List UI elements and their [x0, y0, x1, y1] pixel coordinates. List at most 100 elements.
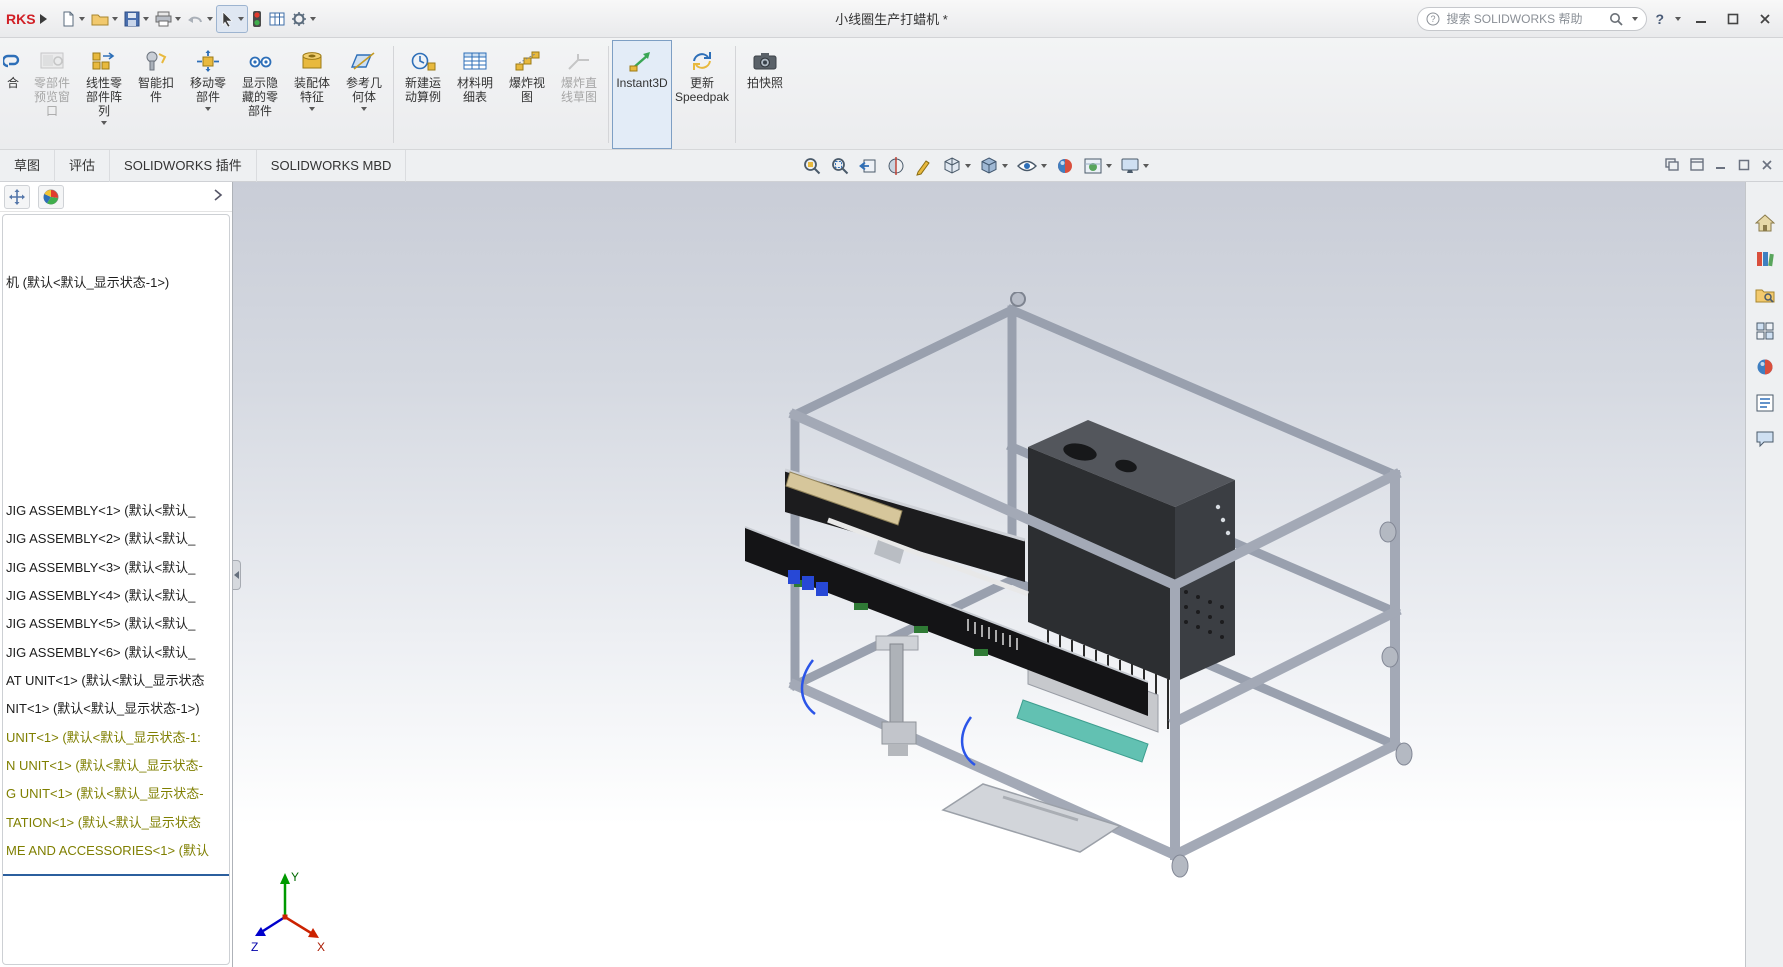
file-explorer-button[interactable]	[1751, 282, 1779, 308]
edit-appearance-button[interactable]	[1053, 153, 1077, 179]
design-library-button[interactable]	[1751, 246, 1779, 272]
view-orientation-caret[interactable]	[965, 164, 971, 168]
new-window-button[interactable]	[1665, 158, 1679, 174]
tree-item[interactable]: JIG ASSEMBLY<1> (默认<默认_	[6, 499, 229, 523]
tree-item[interactable]: JIG ASSEMBLY<2> (默认<默认_	[6, 527, 229, 551]
smart-fasteners-button[interactable]: 智能扣件	[130, 40, 182, 149]
rebuild-button[interactable]	[248, 5, 266, 33]
assembly-features-button[interactable]: 装配体特征	[286, 40, 338, 149]
3d-model[interactable]	[728, 292, 1428, 882]
previous-view-button[interactable]	[856, 153, 880, 179]
display-style-caret[interactable]	[1002, 164, 1008, 168]
view-settings-caret[interactable]	[1143, 164, 1149, 168]
tree-root-item[interactable]: 机 (默认<默认_显示状态-1>)	[6, 271, 229, 295]
options-table-icon	[269, 11, 285, 27]
tree-item[interactable]: UNIT<1> (默认<默认_显示状态-1:	[6, 726, 229, 750]
appearances-scenes-button[interactable]	[1751, 354, 1779, 380]
display-style-button[interactable]	[977, 153, 1010, 179]
take-snapshot-button[interactable]: 拍快照	[739, 40, 791, 149]
displaymanager-tab[interactable]	[38, 185, 64, 209]
tree-item[interactable]: JIG ASSEMBLY<6> (默认<默认_	[6, 641, 229, 665]
tree-item[interactable]: ME AND ACCESSORIES<1> (默认	[6, 839, 229, 863]
displaymanager-color-wheel-icon	[43, 189, 59, 205]
open-button[interactable]	[88, 5, 121, 33]
move-component-button[interactable]: 移动零部件	[182, 40, 234, 149]
view-settings-button[interactable]	[1118, 153, 1151, 179]
print-icon	[155, 11, 172, 27]
panel-expand-chevron[interactable]	[208, 189, 228, 204]
tree-item[interactable]: JIG ASSEMBLY<5> (默认<默认_	[6, 612, 229, 636]
tree-item[interactable]: NIT<1> (默认<默认_显示状态-1>)	[6, 697, 229, 721]
instant3d-button[interactable]: Instant3D	[612, 40, 672, 149]
tree-pane-splitter[interactable]	[3, 874, 229, 876]
undo-button[interactable]	[184, 5, 216, 33]
panel-tab-strip	[0, 182, 232, 212]
print-button[interactable]	[152, 5, 184, 33]
new-document-button[interactable]	[57, 5, 88, 33]
home-icon	[1755, 213, 1775, 233]
apply-scene-caret[interactable]	[1106, 164, 1112, 168]
exploded-view-button[interactable]: 爆炸视图	[501, 40, 553, 149]
settings-caret	[310, 17, 316, 21]
close-doc-button[interactable]	[1761, 159, 1773, 174]
cascade-windows-button[interactable]	[1690, 158, 1704, 174]
view-palette-button[interactable]	[1751, 318, 1779, 344]
restore-doc-button[interactable]	[1738, 159, 1750, 174]
select-tool-button[interactable]	[216, 5, 248, 33]
hide-show-items-caret[interactable]	[1041, 164, 1047, 168]
minimize-button[interactable]	[1689, 7, 1713, 31]
tree-item[interactable]: AT UNIT<1> (默认<默认_显示状态	[6, 669, 229, 693]
tree-item[interactable]: JIG ASSEMBLY<4> (默认<默认_	[6, 584, 229, 608]
tab-solidworks-mbd[interactable]: SOLIDWORKS MBD	[257, 150, 407, 182]
tree-item[interactable]: G UNIT<1> (默认<默认_显示状态-	[6, 782, 229, 806]
view-orientation-button[interactable]	[940, 153, 973, 179]
new-motion-study-button[interactable]: 新建运动算例	[397, 40, 449, 149]
tree-item[interactable]: JIG ASSEMBLY<3> (默认<默认_	[6, 556, 229, 580]
bill-of-materials-button[interactable]: 材料明细表	[449, 40, 501, 149]
search-input[interactable]: ? 搜索 SOLIDWORKS 帮助	[1417, 7, 1647, 31]
rebuild-stoplight-icon	[251, 10, 263, 28]
settings-gear-icon	[291, 11, 307, 27]
triad-z-label: Z	[251, 940, 258, 953]
apply-scene-button[interactable]	[1081, 153, 1114, 179]
solidworks-resources-button[interactable]	[1751, 210, 1779, 236]
view-palette-icon	[1755, 321, 1775, 341]
panel-splitter-handle[interactable]	[233, 560, 241, 590]
zoom-to-fit-button[interactable]	[800, 153, 824, 179]
minimize-doc-button[interactable]	[1715, 159, 1727, 174]
zoom-to-area-button[interactable]	[828, 153, 852, 179]
update-speedpak-button[interactable]: 更新Speedpak	[672, 40, 732, 149]
close-button[interactable]	[1753, 7, 1777, 31]
search-icon	[1609, 12, 1623, 26]
featuremanager-tree-tab[interactable]	[4, 185, 30, 209]
component-preview-window-button[interactable]: 零部件预览窗口	[26, 40, 78, 149]
tab-solidworks-addins[interactable]: SOLIDWORKS 插件	[110, 150, 257, 182]
triad-y-label: Y	[291, 870, 299, 884]
help-caret[interactable]	[1675, 17, 1681, 21]
solidworks-window: RKS	[0, 0, 1783, 967]
reference-geometry-button[interactable]: 参考几何体	[338, 40, 390, 149]
help-button[interactable]: ?	[1655, 11, 1664, 27]
solidworks-forum-button[interactable]	[1751, 426, 1779, 452]
maximize-button[interactable]	[1721, 7, 1745, 31]
tab-evaluate[interactable]: 评估	[55, 150, 110, 182]
explode-line-sketch-button[interactable]: 爆炸直线草图	[553, 40, 605, 149]
section-view-button[interactable]	[884, 153, 908, 179]
graphics-viewport[interactable]: Y X Z	[233, 182, 1745, 967]
dynamic-annotation-views-button[interactable]	[912, 153, 936, 179]
show-hidden-components-button[interactable]: 显示隐藏的零部件	[234, 40, 286, 149]
show-hidden-icon	[247, 46, 273, 76]
hide-show-items-button[interactable]	[1014, 153, 1049, 179]
tab-sketch[interactable]: 草图	[0, 150, 55, 182]
document-window-controls	[1665, 150, 1773, 182]
linear-component-pattern-button[interactable]: 线性零部件阵列	[78, 40, 130, 149]
tree-item[interactable]: TATION<1> (默认<默认_显示状态	[6, 811, 229, 835]
tree-item[interactable]: N UNIT<1> (默认<默认_显示状态-	[6, 754, 229, 778]
settings-button[interactable]	[288, 5, 319, 33]
mate-button[interactable]: 合	[0, 40, 26, 149]
titlebar-right: ? 搜索 SOLIDWORKS 帮助 ?	[1417, 7, 1777, 31]
custom-properties-button[interactable]	[1751, 390, 1779, 416]
options-table-button[interactable]	[266, 5, 288, 33]
menu-expand-arrow-icon[interactable]	[40, 14, 47, 24]
save-button[interactable]	[121, 5, 152, 33]
